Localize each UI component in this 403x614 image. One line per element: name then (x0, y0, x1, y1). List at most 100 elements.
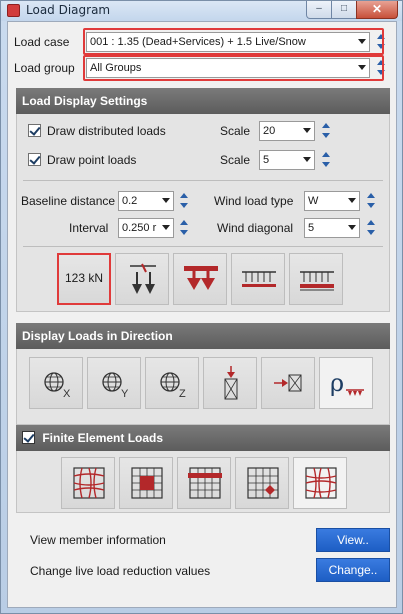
member-local-y-button[interactable] (203, 357, 257, 409)
load-display-settings-panel: Draw distributed loads Scale 20 Draw poi… (16, 114, 390, 312)
fe-loads-title: Finite Element Loads (42, 431, 164, 445)
wind-load-type-label: Wind load type (214, 194, 294, 208)
show-values-label: 123 kN (64, 271, 104, 285)
show-values-button[interactable]: 123 kN (57, 253, 111, 305)
chevron-down-icon (303, 128, 311, 133)
svg-text:X: X (63, 388, 71, 400)
distributed-line-button[interactable] (231, 253, 285, 305)
window-title: Load Diagram (26, 3, 111, 17)
interval-spinner[interactable] (179, 218, 189, 238)
spin-down-icon[interactable] (180, 203, 188, 208)
baseline-distance-spinner[interactable] (179, 191, 189, 211)
spin-up-icon[interactable] (180, 193, 188, 198)
load-diagram-window: Load Diagram – □ ✕ Load case 001 : 1.35 … (0, 0, 403, 614)
scale-distributed-spinner[interactable] (321, 121, 331, 141)
load-display-settings-header: Load Display Settings (16, 88, 390, 114)
scale-distributed-select[interactable]: 20 (259, 121, 315, 141)
wind-diagonal-value: 5 (308, 222, 315, 234)
global-y-button[interactable]: Y (87, 357, 141, 409)
minimize-button[interactable]: – (306, 1, 332, 19)
fe-edge-icon (188, 467, 222, 499)
point-load-arrows-button[interactable] (115, 253, 169, 305)
fe-loads-checkbox[interactable] (22, 431, 35, 445)
spin-up-icon[interactable] (367, 220, 375, 225)
distributed-line-icon (242, 271, 276, 287)
svg-text:Z: Z (179, 388, 186, 400)
spin-down-icon[interactable] (322, 133, 330, 138)
svg-text:Y: Y (121, 388, 129, 400)
interval-label: Interval (69, 221, 109, 235)
close-button[interactable]: ✕ (356, 1, 398, 19)
fe-deformed-button[interactable] (293, 457, 347, 509)
global-z-button[interactable]: Z (145, 357, 199, 409)
point-load-arrows-icon (130, 263, 156, 294)
scale-point-value: 5 (263, 154, 270, 166)
load-case-highlight (83, 28, 384, 55)
dialog-client: Load case 001 : 1.35 (Dead+Services) + 1… (7, 21, 397, 608)
udl-arrows-button[interactable] (173, 253, 227, 305)
wind-diagonal-label: Wind diagonal (217, 221, 294, 235)
load-group-label: Load group (14, 61, 75, 75)
title-bar[interactable]: Load Diagram – □ ✕ (1, 1, 402, 21)
draw-distributed-label: Draw distributed loads (47, 124, 166, 138)
spin-down-icon[interactable] (367, 203, 375, 208)
member-right-arrow-icon (274, 374, 302, 392)
maximize-button[interactable]: □ (331, 1, 357, 19)
fe-deformed-icon (305, 467, 337, 499)
spin-down-icon[interactable] (367, 230, 375, 235)
chevron-down-icon (162, 198, 170, 203)
spin-up-icon[interactable] (180, 220, 188, 225)
divider (23, 180, 383, 181)
wind-load-type-value: W (308, 195, 319, 207)
baseline-distance-select[interactable]: 0.2 (118, 191, 174, 211)
pressure-load-button[interactable]: ρ (319, 357, 373, 409)
draw-point-label: Draw point loads (47, 153, 137, 167)
draw-distributed-checkbox[interactable] (28, 124, 41, 137)
spin-up-icon[interactable] (322, 123, 330, 128)
chevron-down-icon (348, 198, 356, 203)
wind-load-type-select[interactable]: W (304, 191, 360, 211)
udl-arrows-icon (184, 266, 218, 290)
spin-up-icon[interactable] (322, 152, 330, 157)
divider (23, 246, 383, 247)
change-button[interactable]: Change.. (316, 558, 390, 582)
fe-loads-panel (16, 451, 390, 513)
interval-value: 0.250 r (122, 222, 157, 234)
wind-load-type-spinner[interactable] (366, 191, 376, 211)
fe-mesh-icon (73, 467, 105, 499)
spin-up-icon[interactable] (367, 193, 375, 198)
interval-select[interactable]: 0.250 r (118, 218, 174, 238)
fe-grid-distorted-button[interactable] (61, 457, 115, 509)
chevron-down-icon (303, 157, 311, 162)
view-button[interactable]: View.. (316, 528, 390, 552)
scale-point-select[interactable]: 5 (259, 150, 315, 170)
load-case-label: Load case (14, 35, 70, 49)
wind-diagonal-spinner[interactable] (366, 218, 376, 238)
spin-down-icon[interactable] (180, 230, 188, 235)
member-local-x-button[interactable] (261, 357, 315, 409)
globe-z-icon: Z (160, 372, 186, 400)
display-loads-direction-header: Display Loads in Direction (16, 323, 390, 349)
display-loads-direction-panel: X Y Z ρ (16, 349, 390, 425)
fe-edge-button[interactable] (177, 457, 231, 509)
scale-point-spinner[interactable] (321, 150, 331, 170)
fe-loads-header: Finite Element Loads (16, 425, 390, 451)
fe-element-button[interactable] (119, 457, 173, 509)
scale-distributed-value: 20 (263, 125, 276, 137)
global-x-button[interactable]: X (29, 357, 83, 409)
wind-diagonal-select[interactable]: 5 (304, 218, 360, 238)
app-icon (7, 4, 20, 17)
chevron-down-icon (348, 225, 356, 230)
member-down-arrow-icon (224, 366, 238, 400)
spin-down-icon[interactable] (322, 162, 330, 167)
baseline-distance-value: 0.2 (122, 195, 138, 207)
chevron-down-icon (162, 225, 170, 230)
fe-node-button[interactable] (235, 457, 289, 509)
baseline-distance-label: Baseline distance (21, 194, 116, 208)
fe-element-icon (131, 467, 163, 499)
globe-y-icon: Y (102, 372, 129, 400)
distributed-red-button[interactable] (289, 253, 343, 305)
globe-x-icon: X (44, 372, 71, 400)
draw-point-checkbox[interactable] (28, 153, 41, 166)
live-load-reduction-label: Change live load reduction values (30, 564, 211, 578)
